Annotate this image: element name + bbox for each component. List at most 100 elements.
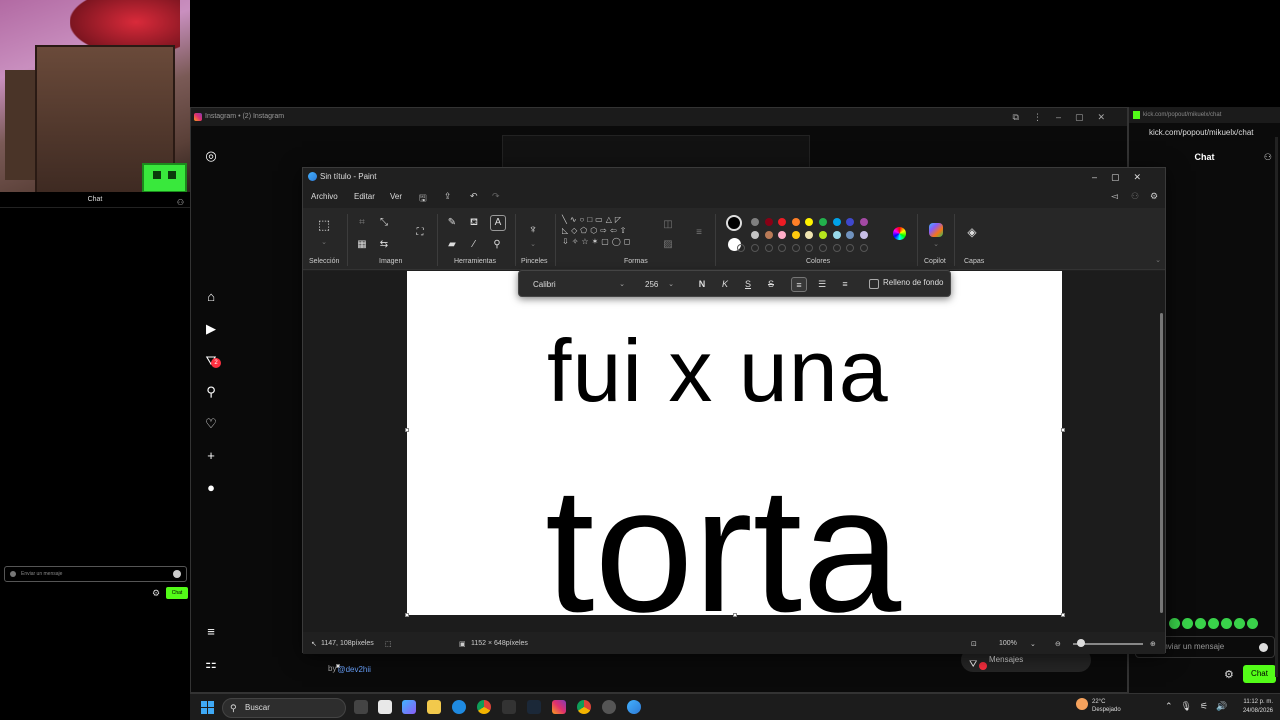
emote-icon[interactable]: [1169, 618, 1180, 629]
search-icon[interactable]: ⚲: [203, 384, 219, 400]
color-swatch[interactable]: [846, 231, 855, 239]
chevron-down-icon[interactable]: ⌄: [526, 238, 540, 252]
paint-taskbar-icon[interactable]: [627, 700, 641, 714]
font-family-select[interactable]: Calibri ⌄: [527, 277, 629, 292]
scrollbar-thumb[interactable]: [1160, 313, 1163, 613]
font-size-select[interactable]: 256 ⌄: [639, 277, 677, 292]
color-swatch[interactable]: [764, 218, 773, 226]
emote-icon[interactable]: [1247, 618, 1258, 629]
settings-gear-icon[interactable]: ⚙: [1150, 191, 1158, 202]
image-tool-icon[interactable]: ⛶: [413, 226, 427, 240]
instagram-logo-icon[interactable]: ◎: [203, 148, 219, 164]
redo-icon[interactable]: ↷: [492, 191, 500, 202]
color-swatch[interactable]: [778, 231, 787, 239]
brush-icon[interactable]: ♆: [526, 222, 540, 236]
canvas-resize-handle[interactable]: [733, 613, 737, 617]
chevron-down-icon[interactable]: ⌄: [317, 236, 331, 250]
taskbar-clock[interactable]: 11:12 p. m. 24/08/2026: [1233, 698, 1273, 716]
text-tool-icon[interactable]: A: [490, 215, 506, 231]
color-swatch[interactable]: [805, 218, 814, 226]
fit-to-window-icon[interactable]: ⊡: [971, 640, 977, 648]
emote-icon[interactable]: [1234, 618, 1245, 629]
color-swatch[interactable]: [791, 231, 800, 239]
kick-users-icon[interactable]: ⚇: [1264, 147, 1272, 167]
file-explorer-icon[interactable]: [427, 700, 441, 714]
chevron-down-icon[interactable]: ⌄: [929, 238, 943, 252]
kick-url-bar[interactable]: kick.com/popout/mikuelx/chat: [1129, 125, 1280, 141]
feedback-icon[interactable]: ◅: [1111, 191, 1118, 202]
color-swatch[interactable]: [819, 218, 827, 226]
eraser-icon[interactable]: ▰: [445, 238, 459, 252]
color-swatch[interactable]: [819, 231, 827, 239]
paint-window-controls[interactable]: –▢✕: [1092, 168, 1155, 186]
custom-color-slot[interactable]: [778, 244, 787, 252]
undo-icon[interactable]: ↶: [470, 191, 478, 202]
steam-icon[interactable]: [527, 700, 541, 714]
strikethrough-button[interactable]: S: [763, 277, 779, 292]
emote-icon[interactable]: [1221, 618, 1232, 629]
custom-color-slot[interactable]: [737, 244, 746, 252]
custom-color-slot[interactable]: [846, 244, 855, 252]
layers-icon[interactable]: ◈: [965, 225, 979, 239]
rotate-icon[interactable]: ⇆: [377, 238, 391, 252]
background-fill-checkbox[interactable]: [869, 279, 879, 289]
custom-color-slot[interactable]: [791, 244, 800, 252]
ribbon-collapse-icon[interactable]: ⌄: [1151, 254, 1165, 268]
menu-edit[interactable]: Editar: [354, 192, 375, 201]
custom-color-slot[interactable]: [859, 244, 868, 252]
color-swatch[interactable]: [751, 218, 759, 226]
custom-color-slot[interactable]: [764, 244, 773, 252]
create-plus-icon[interactable]: +: [203, 448, 219, 464]
copilot-icon[interactable]: [929, 223, 943, 237]
custom-color-slot[interactable]: [832, 244, 841, 252]
instagram-taskbar-icon[interactable]: [552, 700, 566, 714]
align-left-icon[interactable]: ≡: [791, 277, 807, 292]
custom-color-slot[interactable]: [751, 244, 759, 252]
users-icon[interactable]: ⚇: [177, 195, 184, 211]
profile-avatar-icon[interactable]: ●: [203, 480, 219, 496]
canvas-resize-handle[interactable]: [405, 613, 409, 617]
outline-icon[interactable]: ◫: [661, 218, 675, 232]
left-chat-input[interactable]: Enviar un mensaje: [4, 566, 187, 582]
edit-colors-icon[interactable]: [893, 227, 906, 240]
canvas-vertical-scrollbar[interactable]: [1160, 271, 1164, 626]
kick-emoji-icon[interactable]: [1259, 643, 1268, 652]
emote-icon[interactable]: [1182, 618, 1193, 629]
align-right-icon[interactable]: ≡: [837, 277, 853, 292]
emoji-icon[interactable]: [173, 570, 181, 578]
underline-button[interactable]: S: [740, 277, 756, 292]
bold-button[interactable]: N: [694, 277, 710, 292]
crop-icon[interactable]: ⌗: [355, 216, 369, 230]
color-swatch[interactable]: [832, 218, 841, 226]
kick-chat-button[interactable]: Chat: [1243, 665, 1276, 683]
account-icon[interactable]: ⚇: [1131, 191, 1139, 202]
menu-view[interactable]: Ver: [390, 192, 402, 201]
color-swatch[interactable]: [778, 218, 787, 226]
select-all-icon[interactable]: ▦: [355, 238, 369, 252]
zoom-in-icon[interactable]: ⊕: [1150, 640, 1156, 648]
save-icon[interactable]: 🖫: [419, 191, 427, 207]
menu-file[interactable]: Archivo: [311, 192, 338, 201]
canvas-resize-handle[interactable]: [405, 428, 409, 432]
resize-icon[interactable]: ⤡: [377, 216, 391, 230]
kick-scrollbar[interactable]: [1275, 137, 1278, 677]
primary-color-swatch[interactable]: [726, 215, 742, 231]
color-swatch[interactable]: [805, 231, 814, 239]
canvas-resize-handle[interactable]: [1061, 613, 1065, 617]
zoom-level[interactable]: 100%: [999, 640, 1017, 647]
store-icon[interactable]: [378, 700, 392, 714]
gear-icon[interactable]: ⚙: [152, 588, 160, 599]
color-swatch[interactable]: [832, 231, 841, 239]
left-chat-button[interactable]: Chat: [166, 587, 188, 599]
home-icon[interactable]: ⌂: [203, 289, 219, 305]
edge-icon[interactable]: [452, 700, 466, 714]
start-windows-icon[interactable]: [201, 701, 214, 714]
chevron-down-icon[interactable]: ⌄: [1030, 640, 1036, 648]
selection-rect-icon[interactable]: ⬚: [317, 218, 331, 232]
color-swatch[interactable]: [859, 218, 868, 226]
align-center-icon[interactable]: ☰: [814, 277, 830, 292]
fill-bucket-icon[interactable]: ⛾: [467, 216, 481, 230]
reels-icon[interactable]: ▶: [203, 321, 219, 337]
line-size-icon[interactable]: ≡: [692, 226, 706, 240]
footer-handle-link[interactable]: @dev2hii: [336, 664, 371, 674]
